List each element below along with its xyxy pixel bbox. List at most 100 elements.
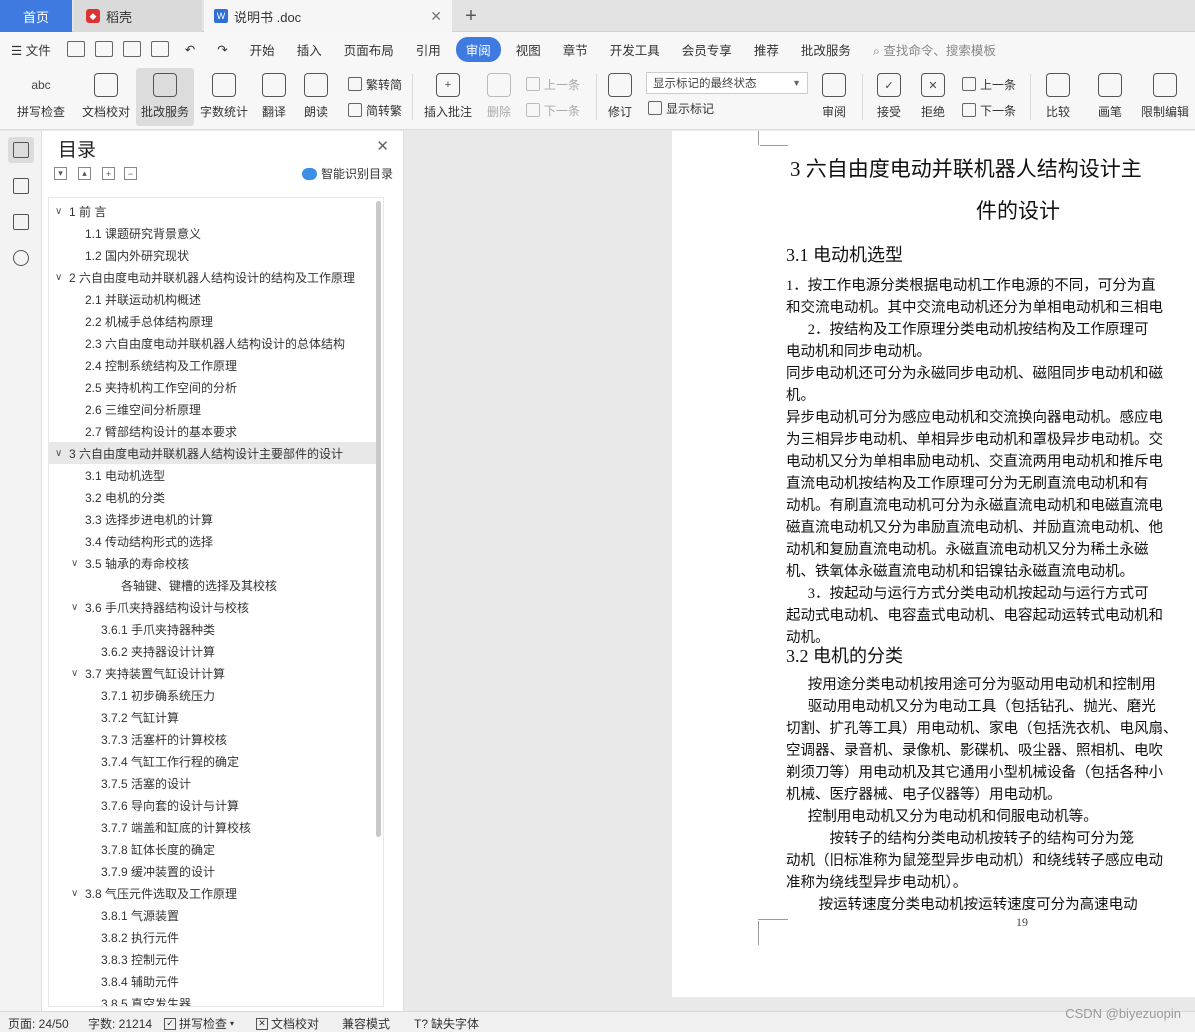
new-tab-button[interactable]: + xyxy=(456,0,486,32)
delete-comment-button[interactable]: 删除 xyxy=(480,68,518,126)
close-icon[interactable]: ✕ xyxy=(376,137,389,155)
toc-panel-button[interactable] xyxy=(8,137,34,163)
track-changes-button[interactable]: 修订 xyxy=(600,68,640,126)
toc-item[interactable]: ∨ 3 六自由度电动并联机器人结构设计主要部件的设计 xyxy=(49,442,381,464)
menu-item-start[interactable]: 开始 xyxy=(239,40,286,59)
trad-to-simp-button[interactable]: 繁转简 xyxy=(348,74,402,94)
undo-icon[interactable]: ↶ xyxy=(174,42,206,57)
toc-item[interactable]: 3.8.3 控制元件 xyxy=(49,948,381,970)
toc-item[interactable]: 2.3 六自由度电动并联机器人结构设计的总体结构 xyxy=(49,332,381,354)
toc-item[interactable]: ∨ 3.5 轴承的寿命校核 xyxy=(49,552,381,574)
toc-item[interactable]: 各轴键、键槽的选择及其校核 xyxy=(49,574,381,596)
smart-toc-button[interactable]: 智能识别目录 xyxy=(301,165,393,182)
page-indicator[interactable]: 页面: 24/50 xyxy=(8,1015,69,1032)
simp-to-trad-button[interactable]: 简转繁 xyxy=(348,100,402,120)
toc-item[interactable]: 2.4 控制系统结构及工作原理 xyxy=(49,354,381,376)
next-change-button[interactable]: 下一条 xyxy=(962,100,1016,120)
toc-item[interactable]: ∨ 3.6 手爪夹持器结构设计与校核 xyxy=(49,596,381,618)
insert-comment-button[interactable]: + 插入批注 xyxy=(420,68,476,126)
find-button[interactable] xyxy=(8,245,34,271)
restrict-edit-button[interactable]: 限制编辑 xyxy=(1138,68,1192,126)
chevron-down-icon[interactable]: ∨ xyxy=(55,448,69,459)
toc-item[interactable]: 3.8.5 真空发生器 xyxy=(49,992,381,1007)
toc-item[interactable]: 2.6 三维空间分析原理 xyxy=(49,398,381,420)
toc-item[interactable]: ∨ 1 前 言 xyxy=(49,200,381,222)
menu-item-devtools[interactable]: 开发工具 xyxy=(599,40,671,59)
tab-home[interactable]: 首页 xyxy=(0,0,72,32)
redo-icon[interactable]: ↷ xyxy=(206,42,238,57)
bookmark-button[interactable] xyxy=(8,209,34,235)
toc-item[interactable]: 1.1 课题研究背景意义 xyxy=(49,222,381,244)
tab-document[interactable]: W 说明书 .doc ✕ xyxy=(204,0,452,32)
correct-service-button[interactable]: 批改服务 xyxy=(136,68,194,126)
toc-item[interactable]: 3.8.1 气源装置 xyxy=(49,904,381,926)
word-count-button[interactable]: 字数统计 xyxy=(198,68,250,126)
menu-item-insert[interactable]: 插入 xyxy=(286,40,333,59)
show-markup-dropdown[interactable]: 显示标记 xyxy=(648,98,714,118)
toc-scrollbar[interactable] xyxy=(376,201,381,837)
print-icon[interactable] xyxy=(122,41,141,57)
accept-button[interactable]: ✓ 接受 xyxy=(870,68,908,126)
toc-item[interactable]: ∨ 2 六自由度电动并联机器人结构设计的结构及工作原理 xyxy=(49,266,381,288)
toc-item[interactable]: 3.7.1 初步确系统压力 xyxy=(49,684,381,706)
print-preview-icon[interactable] xyxy=(150,41,169,57)
compare-button[interactable]: 比较 xyxy=(1036,68,1080,126)
prev-comment-button[interactable]: 上一条 xyxy=(526,74,580,94)
menu-item-view[interactable]: 视图 xyxy=(505,40,552,59)
toc-item[interactable]: 3.7.4 气缸工作行程的确定 xyxy=(49,750,381,772)
doc-proof-status[interactable]: ✕ 文档校对 xyxy=(256,1015,319,1032)
missing-font-status[interactable]: T? 缺失字体 xyxy=(414,1015,479,1032)
command-search[interactable]: ⌕ 查找命令、搜索模板 xyxy=(862,40,1007,59)
review-pane-button[interactable]: 审阅 xyxy=(814,68,854,126)
toc-item[interactable]: 3.2 电机的分类 xyxy=(49,486,381,508)
toc-item[interactable]: 3.7.8 缸体长度的确定 xyxy=(49,838,381,860)
toc-item[interactable]: 3.8.2 执行元件 xyxy=(49,926,381,948)
toc-item[interactable]: 3.8.4 辅助元件 xyxy=(49,970,381,992)
toc-item[interactable]: 3.6.2 夹持器设计计算 xyxy=(49,640,381,662)
chapter-nav-button[interactable] xyxy=(8,173,34,199)
doc-proof-button[interactable]: 文档校对 xyxy=(78,68,134,126)
menu-item-correct-service[interactable]: 批改服务 xyxy=(790,40,862,59)
toc-item[interactable]: 3.4 传动结构形式的选择 xyxy=(49,530,381,552)
toc-item[interactable]: 3.7.7 端盖和缸底的计算校核 xyxy=(49,816,381,838)
toc-item[interactable]: 2.2 机械手总体结构原理 xyxy=(49,310,381,332)
document-page[interactable]: 3 六自由度电动并联机器人结构设计主 件的设计 3.1 电动机选型 1．按工作电… xyxy=(672,131,1195,997)
toc-item[interactable]: 3.7.5 活塞的设计 xyxy=(49,772,381,794)
menu-item-recommend[interactable]: 推荐 xyxy=(743,40,790,59)
tab-daoke[interactable]: ◆ 稻壳 xyxy=(74,0,202,32)
menu-item-member[interactable]: 会员专享 xyxy=(671,40,743,59)
word-count-indicator[interactable]: 字数: 21214 xyxy=(88,1015,152,1032)
translate-button[interactable]: 翻译 xyxy=(254,68,294,126)
toc-item[interactable]: ∨ 3.7 夹持装置气缸设计计算 xyxy=(49,662,381,684)
toc-item[interactable]: 3.1 电动机选型 xyxy=(49,464,381,486)
spell-check-toggle[interactable]: ✓ 拼写检查 ▾ xyxy=(164,1015,234,1032)
toc-item[interactable]: 3.6.1 手爪夹持器种类 xyxy=(49,618,381,640)
read-aloud-button[interactable]: 朗读 xyxy=(298,68,334,126)
add-level-icon[interactable]: + xyxy=(102,167,115,180)
file-menu[interactable]: ☰ 文件 xyxy=(0,40,62,59)
toc-item[interactable]: 2.1 并联运动机构概述 xyxy=(49,288,381,310)
menu-item-layout[interactable]: 页面布局 xyxy=(333,40,405,59)
remove-level-icon[interactable]: − xyxy=(124,167,137,180)
pen-button[interactable]: 画笔 xyxy=(1090,68,1130,126)
toc-item[interactable]: 3.7.6 导向套的设计与计算 xyxy=(49,794,381,816)
toc-item[interactable]: 1.2 国内外研究现状 xyxy=(49,244,381,266)
toc-item[interactable]: 2.5 夹持机构工作空间的分析 xyxy=(49,376,381,398)
collapse-all-icon[interactable]: ▾ xyxy=(54,167,67,180)
toc-item[interactable]: 3.7.9 缓冲装置的设计 xyxy=(49,860,381,882)
close-tab-icon[interactable]: ✕ xyxy=(430,8,442,25)
toc-item[interactable]: ∨ 3.8 气压元件选取及工作原理 xyxy=(49,882,381,904)
save-icon[interactable] xyxy=(66,41,85,57)
expand-up-icon[interactable]: ▴ xyxy=(78,167,91,180)
menu-item-review[interactable]: 审阅 xyxy=(455,36,501,62)
toc-item[interactable]: 2.7 臂部结构设计的基本要求 xyxy=(49,420,381,442)
chevron-down-icon[interactable]: ∨ xyxy=(71,888,85,899)
toc-item[interactable]: 3.3 选择步进电机的计算 xyxy=(49,508,381,530)
export-pdf-icon[interactable] xyxy=(94,41,113,57)
menu-item-chapter[interactable]: 章节 xyxy=(552,40,599,59)
menu-item-reference[interactable]: 引用 xyxy=(405,40,452,59)
chevron-down-icon[interactable]: ∨ xyxy=(71,558,85,569)
toc-item[interactable]: 3.7.2 气缸计算 xyxy=(49,706,381,728)
spell-check-button[interactable]: abc 拼写检查 xyxy=(10,68,72,126)
chevron-down-icon[interactable]: ∨ xyxy=(55,206,69,217)
